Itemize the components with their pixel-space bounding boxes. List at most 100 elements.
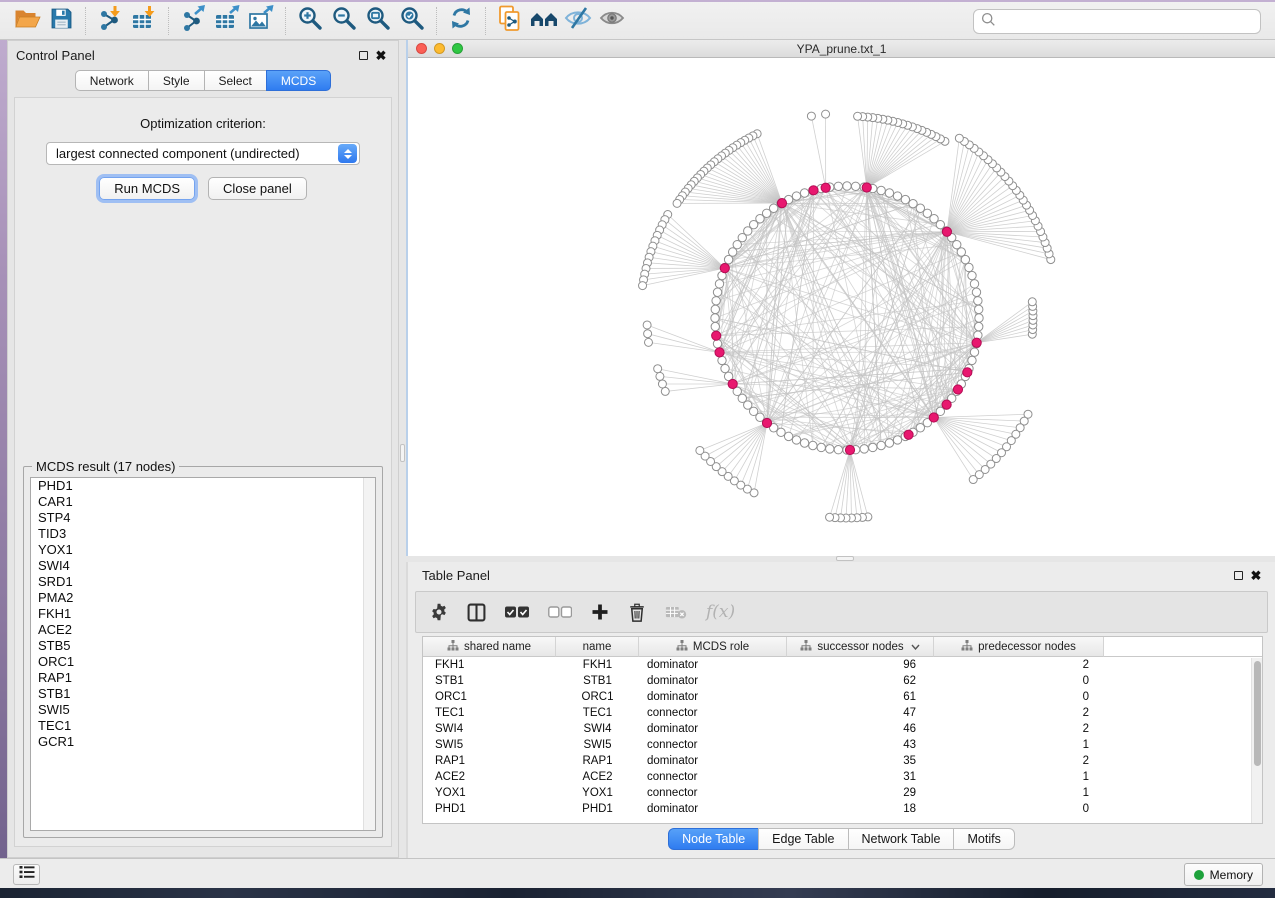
table-cell[interactable]: 0 (934, 689, 1104, 705)
table-cell[interactable]: dominator (639, 673, 787, 689)
mcds-result-item[interactable]: TEC1 (31, 718, 375, 734)
table-cell[interactable]: YOX1 (556, 785, 639, 801)
table-cell[interactable]: ACE2 (423, 769, 556, 785)
leaf-node[interactable] (955, 134, 963, 142)
table-cell[interactable]: RAP1 (423, 753, 556, 769)
table-cell[interactable]: TEC1 (423, 705, 556, 721)
ring-node[interactable] (877, 441, 885, 449)
column-header-shared-name[interactable]: shared name (423, 637, 556, 657)
ring-node[interactable] (715, 280, 723, 288)
mcds-result-item[interactable]: SWI4 (31, 558, 375, 574)
table-cell[interactable]: YOX1 (423, 785, 556, 801)
ring-node[interactable] (784, 432, 792, 440)
split-columns-icon[interactable] (467, 603, 486, 622)
ring-node[interactable] (974, 297, 982, 305)
table-cell[interactable]: SWI5 (423, 737, 556, 753)
hide-selected-button[interactable] (561, 5, 595, 37)
tab-network[interactable]: Network (75, 70, 149, 91)
table-cell[interactable]: FKH1 (423, 657, 556, 673)
mcds-result-item[interactable]: ACE2 (31, 622, 375, 638)
mcds-result-item[interactable]: ORC1 (31, 654, 375, 670)
zoom-selected-button[interactable] (395, 5, 429, 37)
leaf-node[interactable] (854, 112, 862, 120)
search-box[interactable] (973, 9, 1261, 34)
ring-node[interactable] (843, 182, 851, 190)
table-cell[interactable]: SWI4 (556, 721, 639, 737)
ring-node[interactable] (877, 186, 885, 194)
open-file-button[interactable] (10, 5, 44, 37)
ring-node[interactable] (718, 356, 726, 364)
ring-node[interactable] (970, 348, 978, 356)
tab-motifs[interactable]: Motifs (953, 828, 1014, 850)
tab-node-table[interactable]: Node Table (668, 828, 759, 850)
ring-node[interactable] (975, 322, 983, 330)
table-cell[interactable]: 29 (787, 785, 934, 801)
mcds-node[interactable] (715, 348, 724, 357)
table-row[interactable]: SWI5SWI5connector431 (423, 737, 1262, 753)
zoom-out-button[interactable] (327, 5, 361, 37)
ring-node[interactable] (869, 443, 877, 451)
leaf-node[interactable] (644, 330, 652, 338)
mcds-node[interactable] (942, 400, 951, 409)
leaf-node[interactable] (656, 372, 664, 380)
mcds-node[interactable] (963, 368, 972, 377)
import-table-button[interactable] (127, 5, 161, 37)
ring-node[interactable] (901, 195, 909, 203)
mcds-node[interactable] (712, 331, 721, 340)
mcds-result-item[interactable]: STB1 (31, 686, 375, 702)
first-neighbors-button[interactable] (527, 5, 561, 37)
leaf-node[interactable] (807, 112, 815, 120)
table-cell[interactable]: 2 (934, 657, 1104, 673)
export-table-button[interactable] (210, 5, 244, 37)
ring-node[interactable] (972, 288, 980, 296)
ring-node[interactable] (968, 356, 976, 364)
ring-node[interactable] (800, 189, 808, 197)
scrollbar-thumb[interactable] (1254, 661, 1261, 766)
new-network-from-selection-button[interactable] (493, 5, 527, 37)
vertical-splitter[interactable] (399, 40, 406, 858)
ring-node[interactable] (970, 280, 978, 288)
ring-node[interactable] (965, 263, 973, 271)
leaf-node[interactable] (661, 387, 669, 395)
table-cell[interactable]: 2 (934, 705, 1104, 721)
mcds-node[interactable] (942, 227, 951, 236)
float-panel-button[interactable] (354, 47, 372, 63)
export-image-button[interactable] (244, 5, 278, 37)
tab-mcds[interactable]: MCDS (266, 70, 331, 91)
table-cell[interactable]: 61 (787, 689, 934, 705)
ring-node[interactable] (893, 192, 901, 200)
mcds-node[interactable] (904, 430, 913, 439)
column-header-name[interactable]: name (556, 637, 639, 657)
ring-node[interactable] (885, 189, 893, 197)
table-cell[interactable]: 1 (934, 785, 1104, 801)
network-canvas[interactable] (408, 58, 1275, 555)
leaf-node[interactable] (658, 380, 666, 388)
ring-node[interactable] (885, 439, 893, 447)
mcds-result-item[interactable]: CAR1 (31, 494, 375, 510)
close-table-panel-button[interactable]: ✖ (1247, 568, 1265, 584)
show-panels-list-button[interactable] (13, 864, 40, 885)
mcds-result-item[interactable]: RAP1 (31, 670, 375, 686)
ring-node[interactable] (792, 436, 800, 444)
show-all-button[interactable] (595, 5, 629, 37)
ring-node[interactable] (713, 340, 721, 348)
ring-node[interactable] (809, 441, 817, 449)
table-cell[interactable]: 43 (787, 737, 934, 753)
table-cell[interactable]: 18 (787, 801, 934, 817)
table-cell[interactable]: PHD1 (423, 801, 556, 817)
table-row[interactable]: ORC1ORC1dominator610 (423, 689, 1262, 705)
ring-node[interactable] (817, 443, 825, 451)
mcds-node[interactable] (929, 413, 938, 422)
table-cell[interactable]: TEC1 (556, 705, 639, 721)
column-header-predecessor-nodes[interactable]: predecessor nodes (934, 637, 1104, 657)
deselect-all-columns-icon[interactable] (548, 606, 572, 618)
mcds-result-item[interactable]: STB5 (31, 638, 375, 654)
ring-node[interactable] (834, 182, 842, 190)
leaf-node[interactable] (696, 446, 704, 454)
mcds-list-scrollbar[interactable] (363, 478, 375, 830)
table-cell[interactable]: 35 (787, 753, 934, 769)
ring-node[interactable] (777, 428, 785, 436)
ring-node[interactable] (711, 305, 719, 313)
table-cell[interactable]: 47 (787, 705, 934, 721)
mcds-result-item[interactable]: SRD1 (31, 574, 375, 590)
